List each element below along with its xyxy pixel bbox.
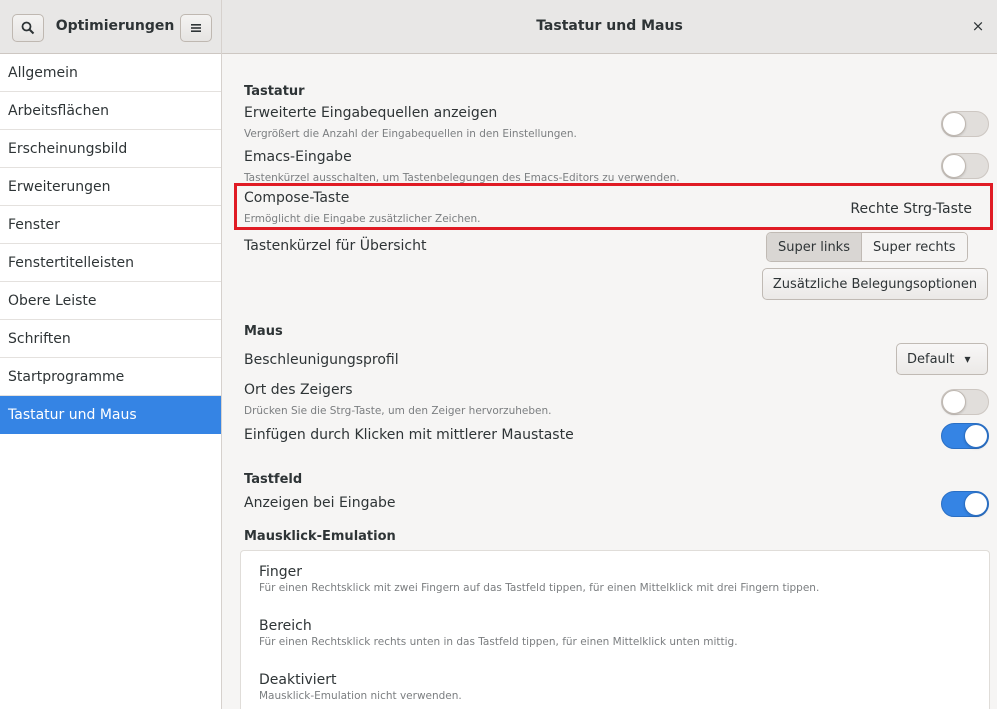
search-button[interactable] (12, 14, 44, 42)
middle-click-paste-switch[interactable] (941, 423, 989, 449)
sidebar-item-fenstertitelleisten[interactable]: Fenstertitelleisten (0, 244, 221, 282)
main-menu-button[interactable] (180, 14, 212, 42)
accel-profile-dropdown[interactable]: Default ▾ (896, 343, 988, 375)
extended-sources-description: Vergrößert die Anzahl der Eingabequellen… (244, 128, 577, 140)
sidebar-item-schriften[interactable]: Schriften (0, 320, 221, 358)
sidebar-item-fenster[interactable]: Fenster (0, 206, 221, 244)
pointer-location-label: Ort des Zeigers (244, 382, 353, 398)
close-button[interactable]: × (967, 14, 989, 38)
show-while-typing-switch[interactable] (941, 491, 989, 517)
close-icon: × (971, 17, 985, 35)
app-title: Optimierungen (55, 18, 175, 34)
sidebar-item-startprogramme[interactable]: Startprogramme (0, 358, 221, 396)
section-title-mouse: Maus (244, 324, 283, 339)
sidebar-item-arbeitsflaechen[interactable]: Arbeitsflächen (0, 92, 221, 130)
compose-key-label: Compose-Taste (244, 190, 350, 206)
compose-key-description: Ermöglicht die Eingabe zusätzlicher Zeic… (244, 213, 481, 225)
accel-profile-label: Beschleunigungsprofil (244, 352, 399, 368)
option-label: Bereich (259, 618, 312, 634)
super-left-option[interactable]: Super links (767, 233, 862, 261)
sidebar-item-erscheinungsbild[interactable]: Erscheinungsbild (0, 130, 221, 168)
search-icon (21, 21, 35, 35)
pointer-location-description: Drücken Sie die Strg-Taste, um den Zeige… (244, 405, 552, 417)
super-right-option[interactable]: Super rechts (861, 233, 967, 261)
sidebar-item-tastatur-und-maus[interactable]: Tastatur und Maus (0, 396, 221, 434)
additional-layout-options-button[interactable]: Zusätzliche Belegungsoptionen (762, 268, 988, 300)
page-title: Tastatur und Maus (536, 18, 683, 34)
option-label: Deaktiviert (259, 672, 337, 688)
hamburger-menu-icon (191, 24, 201, 32)
emacs-input-switch[interactable] (941, 153, 989, 179)
pointer-location-switch[interactable] (941, 389, 989, 415)
click-emulation-option-deaktiviert[interactable]: Deaktiviert Mausklick-Emulation nicht ve… (259, 672, 462, 702)
sidebar-header: Optimierungen (0, 0, 221, 54)
show-while-typing-label: Anzeigen bei Eingabe (244, 495, 396, 511)
section-title-touchpad: Tastfeld (244, 472, 303, 487)
chevron-down-icon: ▾ (964, 352, 971, 366)
extended-sources-switch[interactable] (941, 111, 989, 137)
compose-key-value[interactable]: Rechte Strg-Taste (822, 201, 972, 217)
sidebar-item-allgemein[interactable]: Allgemein (0, 54, 221, 92)
click-emulation-option-bereich[interactable]: Bereich Für einen Rechtsklick rechts unt… (259, 618, 738, 648)
option-description: Mausklick-Emulation nicht verwenden. (259, 690, 462, 702)
emacs-input-label: Emacs-Eingabe (244, 149, 352, 165)
header-bar: Tastatur und Maus × (222, 0, 997, 54)
switch-knob (942, 154, 966, 178)
option-label: Finger (259, 564, 303, 580)
click-emulation-option-finger[interactable]: Finger Für einen Rechtsklick mit zwei Fi… (259, 564, 819, 594)
switch-knob (942, 390, 966, 414)
click-emulation-title: Mausklick-Emulation (244, 529, 396, 544)
middle-click-paste-label: Einfügen durch Klicken mit mittlerer Mau… (244, 427, 574, 443)
sidebar-item-obere-leiste[interactable]: Obere Leiste (0, 282, 221, 320)
section-title-keyboard: Tastatur (244, 84, 305, 99)
extended-sources-label: Erweiterte Eingabequellen anzeigen (244, 105, 498, 121)
sidebar-list: Allgemein Arbeitsflächen Erscheinungsbil… (0, 54, 221, 434)
overview-shortcut-label: Tastenkürzel für Übersicht (244, 238, 427, 254)
sidebar-item-erweiterungen[interactable]: Erweiterungen (0, 168, 221, 206)
overview-shortcut-selector: Super links Super rechts (766, 232, 968, 262)
sidebar: Optimierungen Allgemein Arbeitsflächen E… (0, 0, 222, 709)
click-emulation-list: Finger Für einen Rechtsklick mit zwei Fi… (240, 550, 990, 709)
switch-knob (942, 112, 966, 136)
accel-profile-value: Default (907, 351, 955, 367)
switch-knob (964, 424, 988, 448)
settings-panel: Tastatur Erweiterte Eingabequellen anzei… (222, 55, 997, 709)
option-description: Für einen Rechtsklick mit zwei Fingern a… (259, 582, 820, 594)
switch-knob (964, 492, 988, 516)
option-description: Für einen Rechtsklick rechts unten in da… (259, 636, 738, 648)
